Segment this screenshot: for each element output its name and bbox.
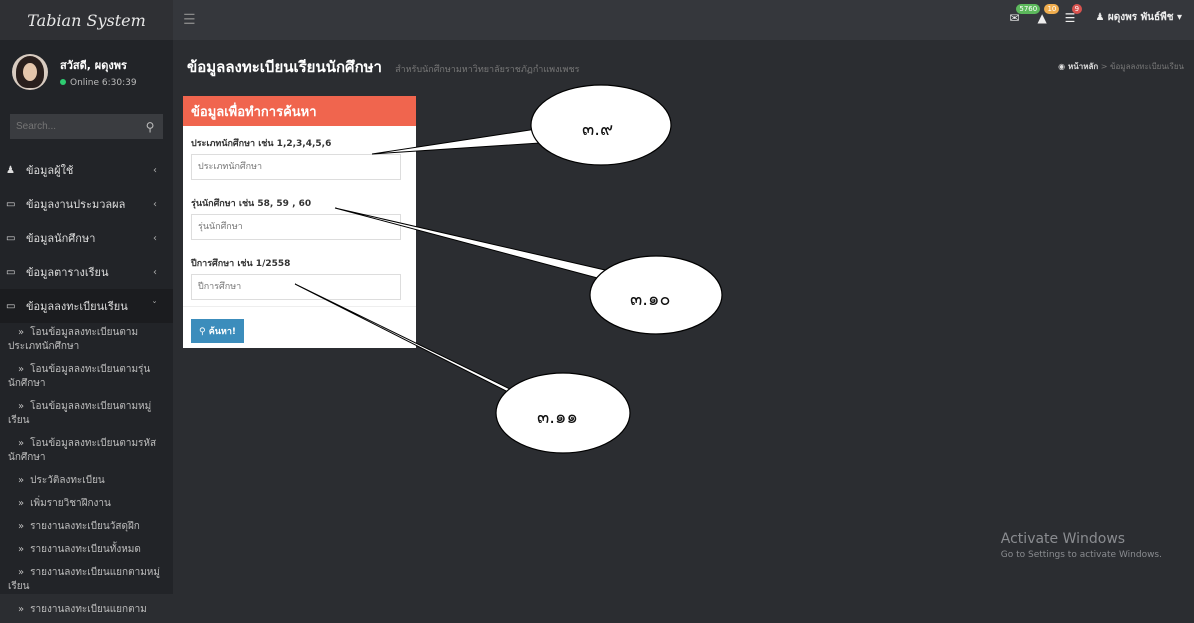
callout-label-3-11: ๓.๑๑ bbox=[537, 407, 578, 428]
callout-3-11 bbox=[294, 283, 631, 454]
callout-annotations bbox=[294, 84, 723, 454]
submenu-item[interactable]: » รายงานลงทะเบียนแยกตาม bbox=[0, 600, 173, 623]
activate-windows-watermark: Activate Windows Go to Settings to activ… bbox=[1000, 531, 1162, 560]
callout-3-10 bbox=[334, 207, 723, 335]
callout-label-3-10: ๓.๑๐ bbox=[630, 289, 671, 310]
callout-label-3-9: ๓.๙ bbox=[582, 119, 614, 140]
callout-3-9 bbox=[371, 84, 672, 166]
